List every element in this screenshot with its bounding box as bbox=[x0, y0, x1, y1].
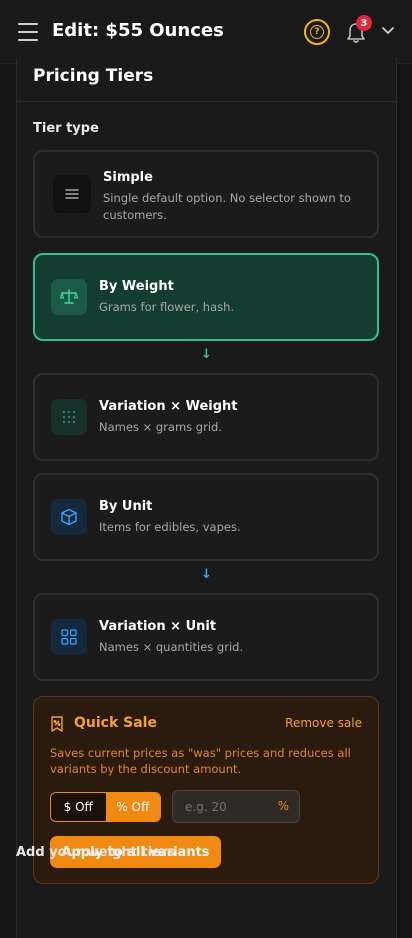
panel-title: Pricing Tiers bbox=[33, 66, 154, 86]
panel-header: Pricing Tiers bbox=[17, 58, 396, 102]
percent-unit: % bbox=[277, 799, 289, 813]
weight-tiers-heading: Add your weight tiers bbox=[16, 845, 176, 860]
tier-name: By Weight bbox=[99, 279, 174, 294]
scale-icon bbox=[51, 279, 87, 315]
tier-description: Items for edibles, vapes. bbox=[99, 520, 241, 534]
tier-option-simple[interactable]: Simple Single default option. No selecto… bbox=[33, 150, 379, 238]
four-squares-icon bbox=[51, 619, 87, 655]
quick-sale-description: Saves current prices as "was" prices and… bbox=[50, 746, 351, 776]
tier-description: Names × grams grid. bbox=[99, 420, 222, 434]
tier-name: Simple bbox=[103, 170, 153, 185]
discount-mode-toggle: $ Off % Off bbox=[50, 792, 161, 822]
pricing-tiers-panel: Pricing Tiers Tier type Simple Single de… bbox=[16, 58, 397, 938]
down-arrow-icon: ↓ bbox=[201, 567, 212, 582]
tier-type-label: Tier type bbox=[33, 121, 99, 136]
tier-name: Variation × Weight bbox=[99, 399, 238, 414]
tag-icon bbox=[51, 716, 63, 732]
quick-sale-title: Quick Sale bbox=[74, 715, 157, 731]
tier-option-variation-weight[interactable]: Variation × Weight Names × grams grid. bbox=[33, 373, 379, 461]
help-icon[interactable]: ? bbox=[304, 19, 330, 45]
chevron-down-icon[interactable] bbox=[381, 26, 395, 36]
remove-sale-link[interactable]: Remove sale bbox=[285, 716, 362, 730]
tier-name: By Unit bbox=[99, 499, 153, 514]
discount-amount-field: % bbox=[172, 790, 300, 823]
down-arrow-icon: ↓ bbox=[201, 347, 212, 362]
hamburger-menu-icon[interactable] bbox=[18, 23, 38, 41]
page-title: Edit: $55 Ounces bbox=[52, 20, 224, 41]
notification-badge: 3 bbox=[356, 15, 372, 31]
dot-grid-icon bbox=[51, 399, 87, 435]
tier-description: Grams for flower, hash. bbox=[99, 300, 235, 314]
lines-icon bbox=[53, 175, 91, 213]
box-icon bbox=[51, 499, 87, 535]
tier-option-variation-unit[interactable]: Variation × Unit Names × quantities grid… bbox=[33, 593, 379, 681]
tier-option-by-weight[interactable]: By Weight Grams for flower, hash. bbox=[33, 253, 379, 341]
tier-description: Names × quantities grid. bbox=[99, 640, 244, 654]
dollar-off-button[interactable]: $ Off bbox=[51, 793, 106, 821]
top-bar: Edit: $55 Ounces ? 3 bbox=[0, 0, 412, 64]
tier-description: Single default option. No selector shown… bbox=[103, 191, 351, 222]
discount-amount-input[interactable] bbox=[185, 798, 275, 816]
tier-option-by-unit[interactable]: By Unit Items for edibles, vapes. bbox=[33, 473, 379, 561]
percent-off-button[interactable]: % Off bbox=[105, 793, 160, 821]
tier-name: Variation × Unit bbox=[99, 619, 217, 634]
